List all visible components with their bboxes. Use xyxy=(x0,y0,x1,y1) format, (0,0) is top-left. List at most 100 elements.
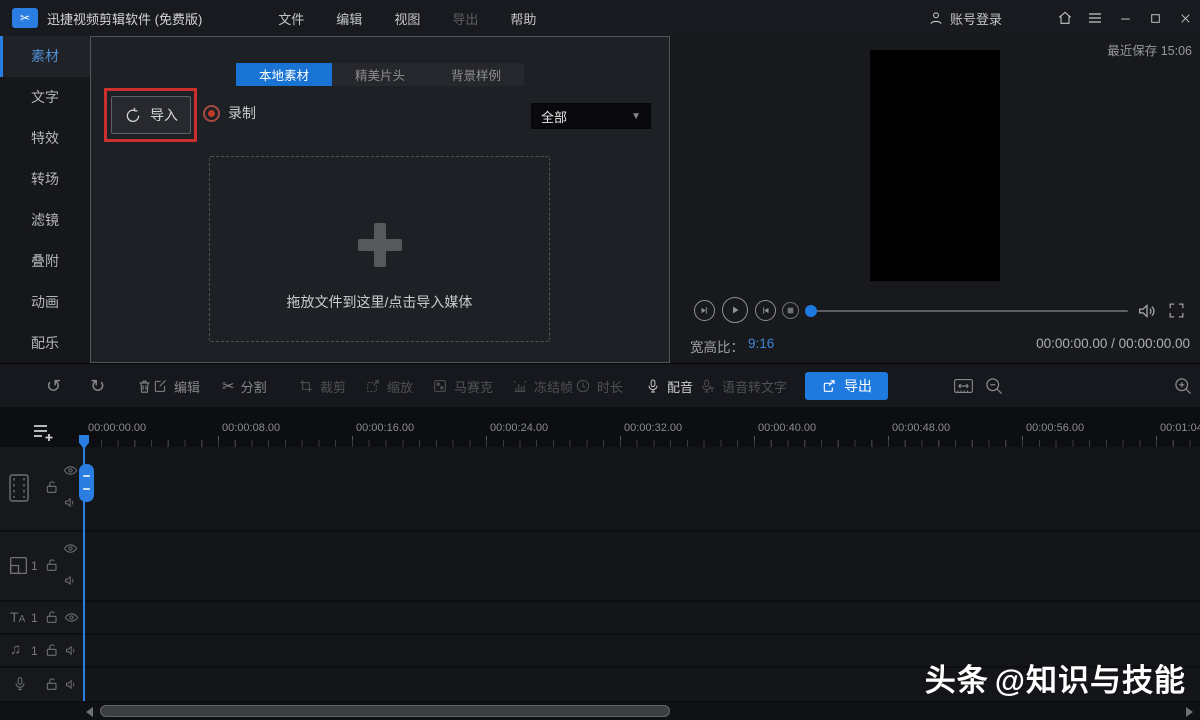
voiceover-button[interactable]: 配音 xyxy=(645,364,693,408)
fit-timeline-button[interactable] xyxy=(953,364,974,408)
scrollbar-right-arrow[interactable] xyxy=(1186,707,1193,717)
speaker-icon[interactable] xyxy=(63,573,78,588)
stop-button[interactable] xyxy=(782,302,799,319)
sidebar-item-overlays[interactable]: 叠附 xyxy=(0,240,90,281)
lock-icon[interactable] xyxy=(44,676,60,692)
horizontal-scrollbar[interactable] xyxy=(0,703,1200,720)
ruler-label: 00:00:08.00 xyxy=(222,422,280,434)
fit-timeline-icon xyxy=(953,377,974,395)
scale-button: 缩放 xyxy=(365,364,413,408)
trash-icon xyxy=(136,378,153,395)
dropzone-text: 拖放文件到这里/点击导入媒体 xyxy=(210,292,549,312)
ruler-label: 00:00:56.00 xyxy=(1026,422,1084,434)
zoom-out-button[interactable] xyxy=(984,364,1004,408)
preview-panel: 最近保存 15:06 宽高比： 9:16 00:00:00.00 / 00:00… xyxy=(670,36,1200,363)
fullscreen-icon xyxy=(1167,301,1186,320)
lock-icon[interactable] xyxy=(44,557,60,573)
speech-to-text-button: 语音转文字 xyxy=(700,364,787,408)
track-text-header: TA 1 xyxy=(0,602,84,633)
lock-icon[interactable] xyxy=(44,609,60,625)
ruler-label: 00:01:04 xyxy=(1160,422,1200,434)
sidebar-item-text[interactable]: 文字 xyxy=(0,77,90,118)
duration-button-label: 时长 xyxy=(597,377,623,396)
menu-item-help[interactable]: 帮助 xyxy=(494,0,552,36)
split-button[interactable]: ✂ 分割 xyxy=(222,364,267,408)
seek-slider[interactable] xyxy=(806,310,1128,312)
import-highlight-annotation xyxy=(104,88,197,142)
track-video-header xyxy=(0,447,84,530)
scrollbar-thumb[interactable] xyxy=(100,705,670,717)
redo-icon: ↻ xyxy=(90,377,105,395)
lock-icon[interactable] xyxy=(44,479,60,495)
watermark-text: 头条@知识与技能 xyxy=(925,655,1186,700)
zoom-out-icon xyxy=(984,376,1004,396)
fullscreen-button[interactable] xyxy=(1167,301,1186,320)
eye-icon[interactable] xyxy=(63,464,78,477)
media-tabs: 本地素材 精美片头 背景样例 xyxy=(236,63,524,86)
hamburger-icon xyxy=(1087,11,1103,25)
tab-local-media[interactable]: 本地素材 xyxy=(236,63,332,86)
prev-frame-button[interactable] xyxy=(694,300,715,321)
zoom-in-button[interactable] xyxy=(1173,364,1193,408)
menu-item-view[interactable]: 视图 xyxy=(378,0,436,36)
crop-button: 裁剪 xyxy=(298,364,346,408)
track-pip[interactable]: 1 xyxy=(0,532,1200,600)
tab-background-samples[interactable]: 背景样例 xyxy=(428,63,524,86)
edit-button[interactable]: 编辑 xyxy=(152,364,200,408)
speaker-icon[interactable] xyxy=(64,643,79,658)
track-count: 1 xyxy=(31,644,38,658)
track-count: 1 xyxy=(31,611,38,625)
seek-slider-thumb[interactable] xyxy=(805,305,817,317)
maximize-button[interactable] xyxy=(1140,0,1170,36)
track-text[interactable]: TA 1 xyxy=(0,602,1200,633)
ruler-minor-ticks xyxy=(84,440,1200,447)
sidebar-item-material[interactable]: 素材 xyxy=(0,36,90,77)
play-button[interactable] xyxy=(722,297,748,323)
play-icon xyxy=(729,304,741,316)
watermark-brand: 头条 xyxy=(925,663,989,698)
account-login-button[interactable]: 账号登录 xyxy=(928,9,1002,28)
lock-icon[interactable] xyxy=(44,642,60,658)
aspect-ratio: 宽高比： 9:16 xyxy=(690,336,774,356)
playhead-handle[interactable] xyxy=(79,464,94,502)
timecode: 00:00:00.00 / 00:00:00.00 xyxy=(1036,336,1190,351)
minimize-button[interactable] xyxy=(1110,0,1140,36)
home-button[interactable] xyxy=(1050,0,1080,36)
sidebar-item-music[interactable]: 配乐 xyxy=(0,322,90,363)
crop-button-label: 裁剪 xyxy=(320,377,346,396)
sidebar-item-transitions[interactable]: 转场 xyxy=(0,159,90,200)
delete-button[interactable] xyxy=(136,364,153,408)
record-button[interactable]: 录制 xyxy=(203,103,256,123)
scrollbar-left-arrow[interactable] xyxy=(86,707,93,717)
sidebar-item-effects[interactable]: 特效 xyxy=(0,118,90,159)
scale-button-label: 缩放 xyxy=(387,377,413,396)
freeze-frame-button: 冻结帧 xyxy=(512,364,573,408)
speaker-icon[interactable] xyxy=(63,495,78,510)
eye-icon[interactable] xyxy=(63,542,78,555)
next-frame-button[interactable] xyxy=(755,300,776,321)
main-menu-button[interactable] xyxy=(1080,0,1110,36)
filter-dropdown[interactable]: 全部 ▼ xyxy=(531,103,651,129)
export-button[interactable]: 导出 xyxy=(805,372,888,400)
export-button-label: 导出 xyxy=(844,376,872,396)
speaker-icon[interactable] xyxy=(64,677,79,692)
media-dropzone[interactable]: 拖放文件到这里/点击导入媒体 xyxy=(209,156,550,342)
eye-icon[interactable] xyxy=(64,611,79,624)
aspect-ratio-value[interactable]: 9:16 xyxy=(748,336,774,356)
next-frame-icon xyxy=(760,305,771,316)
sidebar-item-filters[interactable]: 滤镜 xyxy=(0,200,90,241)
sidebar-item-animation[interactable]: 动画 xyxy=(0,281,90,322)
prev-frame-icon xyxy=(699,305,710,316)
tab-intro-templates[interactable]: 精美片头 xyxy=(332,63,428,86)
mosaic-button: 马赛克 xyxy=(432,364,493,408)
menu-item-edit[interactable]: 编辑 xyxy=(320,0,378,36)
menu-item-file[interactable]: 文件 xyxy=(262,0,320,36)
track-video[interactable] xyxy=(0,447,1200,530)
mosaic-button-label: 马赛克 xyxy=(454,377,493,396)
volume-button[interactable] xyxy=(1136,300,1158,322)
redo-button[interactable]: ↻ xyxy=(90,364,105,408)
close-button[interactable] xyxy=(1170,0,1200,36)
plus-icon xyxy=(358,223,402,267)
undo-button[interactable]: ↺ xyxy=(46,364,61,408)
add-track-button[interactable] xyxy=(30,420,54,444)
